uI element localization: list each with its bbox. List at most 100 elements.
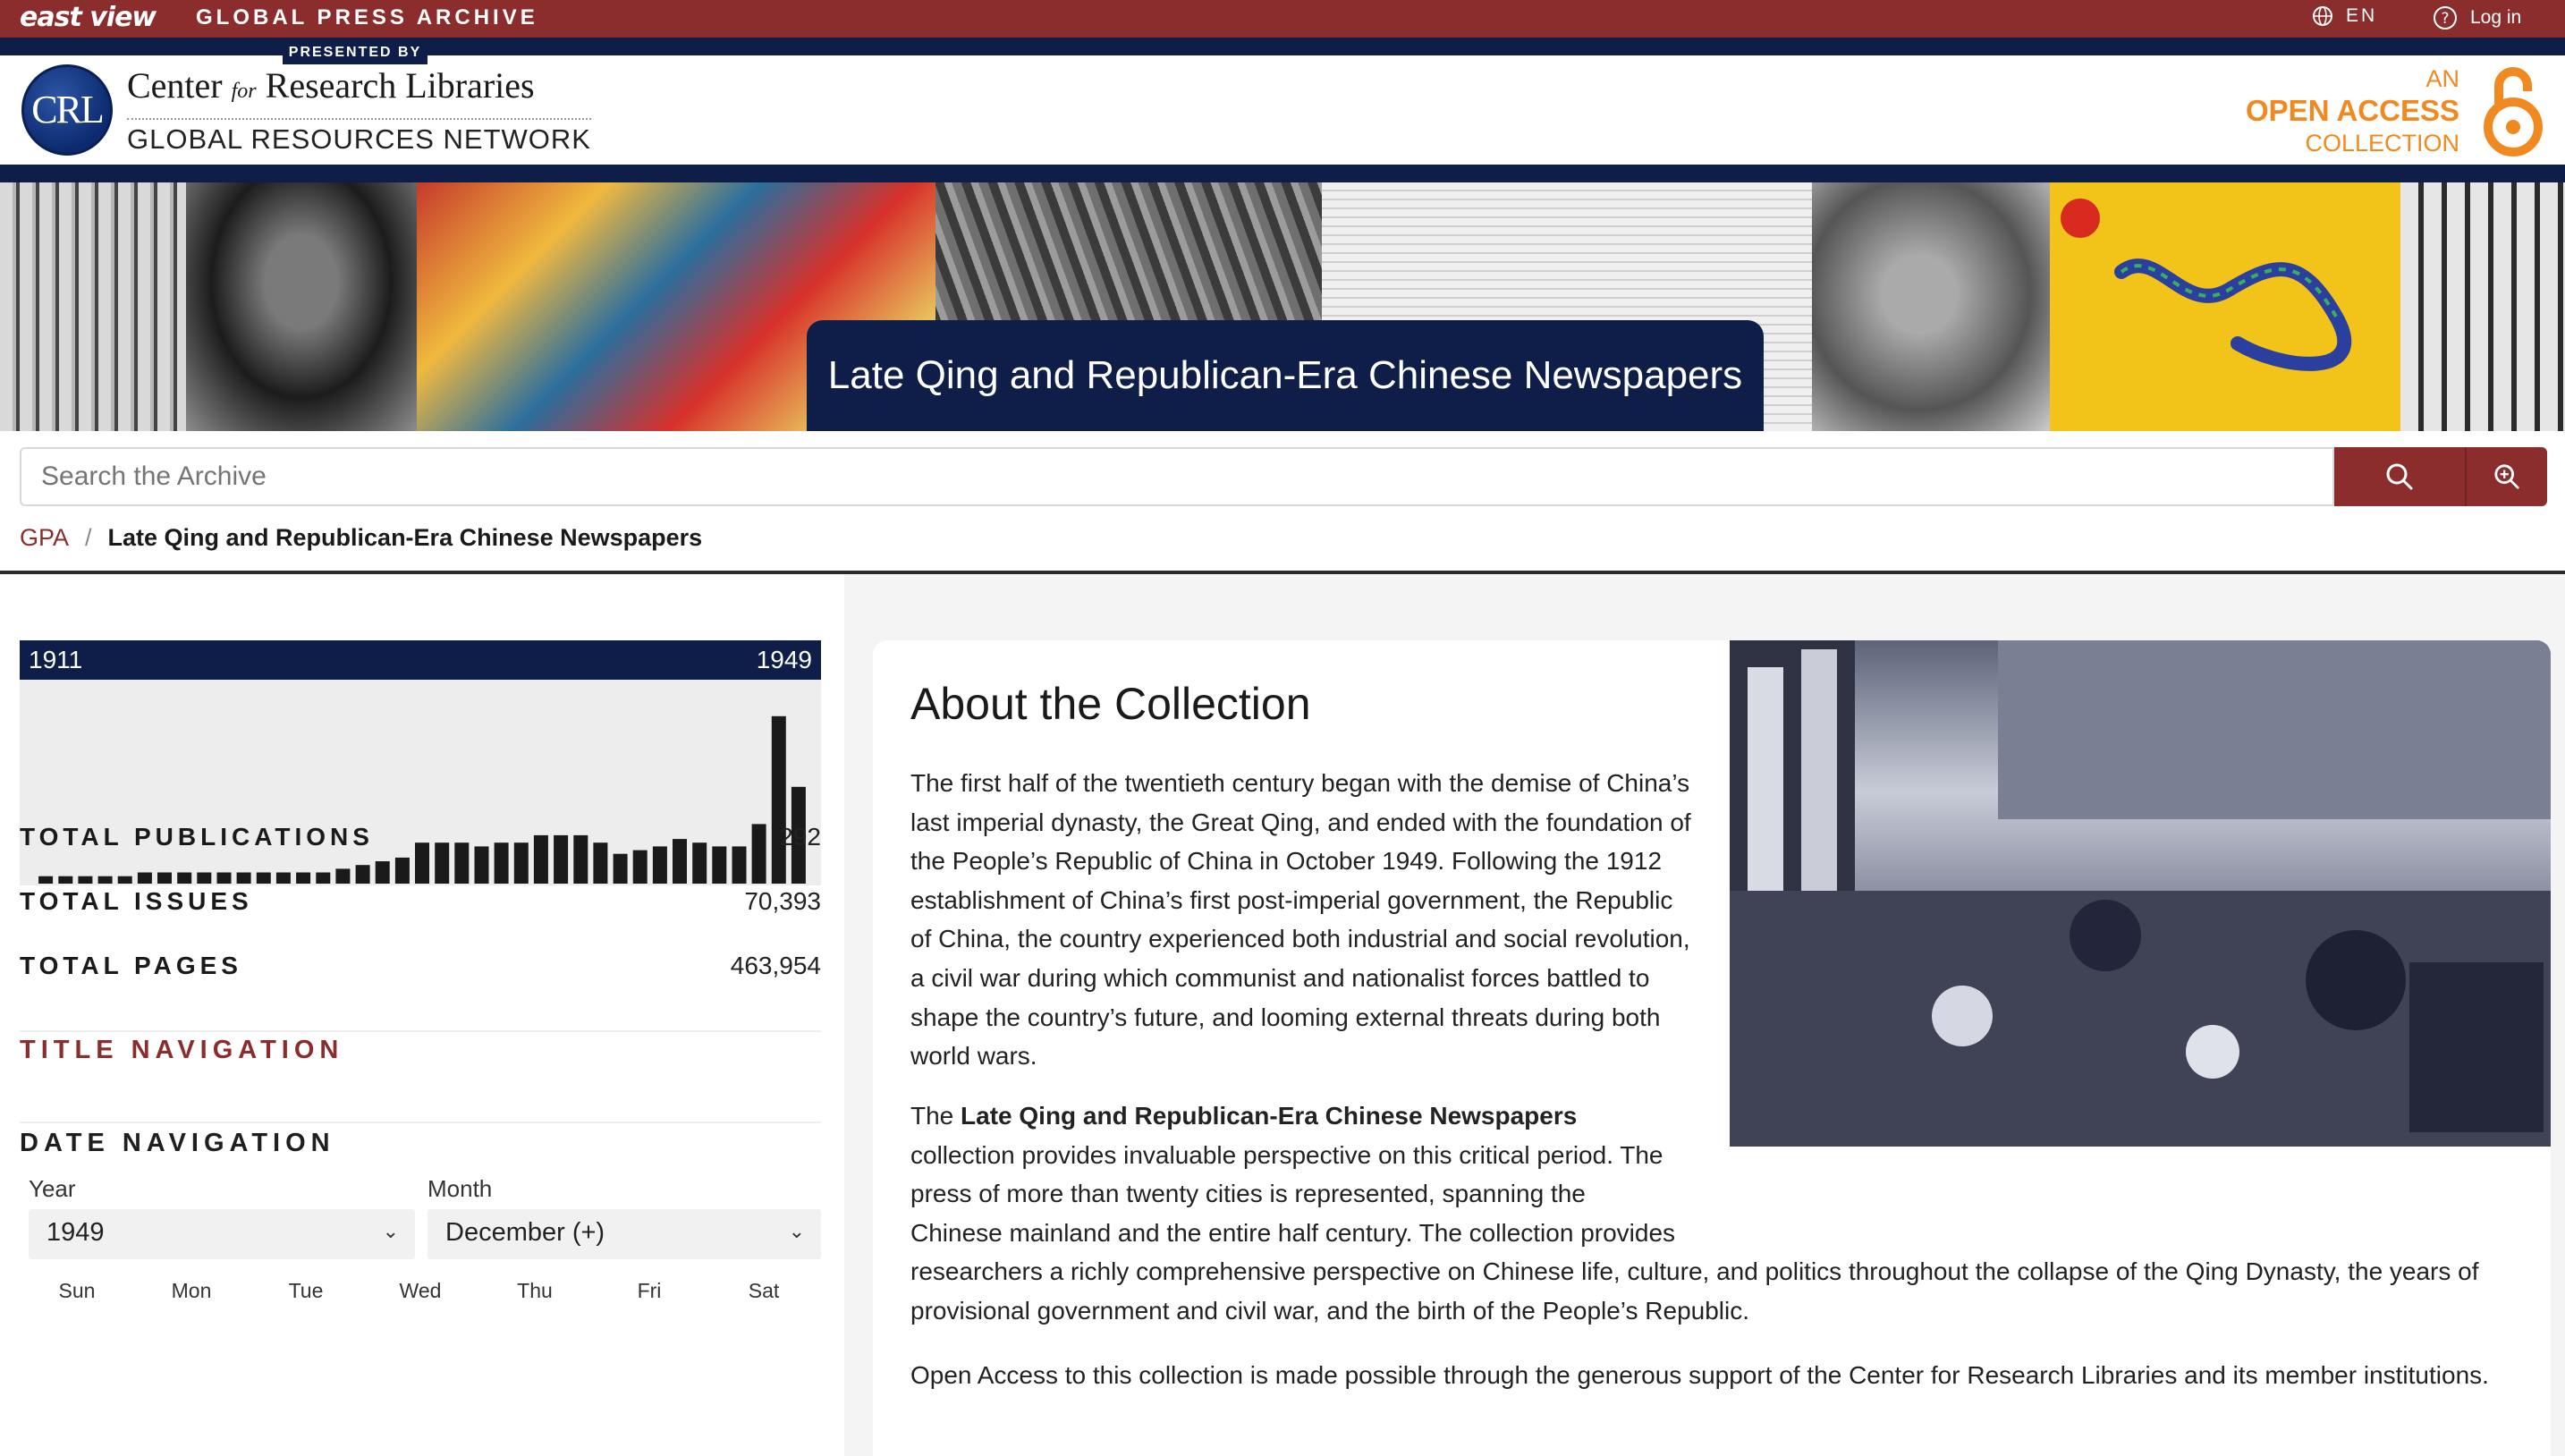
top-bar: east view GLOBAL PRESS ARCHIVE EN ? Log … — [0, 0, 2565, 38]
product-name[interactable]: GLOBAL PRESS ARCHIVE — [196, 5, 538, 30]
issues-histogram[interactable] — [20, 680, 821, 885]
stat-value: 292 — [779, 823, 821, 851]
histogram-bar-1927[interactable] — [355, 865, 370, 884]
histogram-bar-1923[interactable] — [275, 872, 291, 885]
about-card: About the Collection The first half of t… — [873, 640, 2551, 1456]
histogram-bar-1913[interactable] — [78, 876, 93, 884]
histogram-bar-1915[interactable] — [117, 876, 132, 884]
histogram-bar-1918[interactable] — [177, 872, 192, 885]
stat-total-pages: TOTAL PAGES 463,954 — [20, 952, 821, 980]
search-button[interactable] — [2334, 447, 2465, 506]
histogram-bar-1921[interactable] — [236, 872, 251, 885]
stat-total-publications: TOTAL PUBLICATIONS 292 — [20, 823, 821, 851]
search-icon — [2386, 463, 2413, 490]
crl-name[interactable]: Center for Research Libraries — [127, 64, 535, 106]
stat-value: 463,954 — [730, 952, 821, 979]
crl-network: GLOBAL RESOURCES NETWORK — [127, 118, 591, 156]
histogram-bar-1945[interactable] — [712, 846, 727, 884]
language-code: EN — [2346, 5, 2378, 26]
divider — [20, 1030, 821, 1032]
histogram-chart — [38, 715, 806, 885]
calendar-weekdays: Sun Mon Tue Wed Thu Fri Sat — [20, 1279, 821, 1303]
breadcrumb: GPA / Late Qing and Republican-Era Chine… — [20, 524, 702, 552]
weekday-fri: Fri — [637, 1279, 662, 1302]
histogram-bar-1914[interactable] — [97, 876, 113, 884]
stat-label: TOTAL ISSUES — [20, 887, 253, 915]
histogram-bar-1926[interactable] — [335, 868, 351, 884]
header-rule — [0, 165, 2565, 182]
month-select[interactable]: December (+) ⌄ — [428, 1209, 821, 1259]
open-access-label: AN OPEN ACCESS COLLECTION — [2246, 64, 2459, 157]
oa-an: AN — [2425, 65, 2459, 92]
login-label: Log in — [2470, 7, 2522, 28]
crl-name-for: for — [231, 80, 257, 103]
breadcrumb-gpa-link[interactable]: GPA — [20, 524, 69, 552]
advanced-search-button[interactable] — [2465, 447, 2547, 506]
weekday-sat: Sat — [748, 1279, 780, 1302]
histogram-bar-1933[interactable] — [474, 846, 489, 884]
chevron-down-icon: ⌄ — [788, 1220, 805, 1242]
histogram-bar-1912[interactable] — [58, 876, 73, 884]
about-paragraph-2: The Late Qing and Republican-Era Chinese… — [910, 1096, 2520, 1331]
open-lock-icon — [2484, 67, 2543, 157]
histogram-bar-1925[interactable] — [316, 872, 331, 885]
histogram-bar-1946[interactable] — [732, 846, 747, 884]
weekday-tue: Tue — [288, 1279, 324, 1302]
help-icon[interactable]: ? — [2433, 5, 2458, 30]
banner-image-speaker — [1812, 182, 2050, 431]
zoom-plus-icon — [2494, 464, 2519, 489]
weekday-mon: Mon — [171, 1279, 212, 1302]
about-heading: About the Collection — [910, 679, 1311, 729]
year-select-value: 1949 — [47, 1218, 105, 1247]
histogram-bar-1928[interactable] — [375, 861, 390, 884]
crl-name-post: Research Libraries — [256, 65, 535, 106]
date-navigation-heading: DATE NAVIGATION — [20, 1129, 335, 1157]
about-paragraph-1: The first half of the twentieth century … — [910, 769, 1691, 1071]
weekday-thu: Thu — [517, 1279, 553, 1302]
year-select-label: Year — [29, 1175, 76, 1202]
partner-header: CRL Center for Research Libraries GLOBAL… — [0, 55, 2565, 165]
histogram-bar-1929[interactable] — [394, 857, 410, 884]
histogram-bar-1911[interactable] — [38, 876, 54, 884]
photo-placeholder — [1730, 640, 2551, 1147]
histogram-bar-1942[interactable] — [652, 846, 667, 884]
banner-image-newspaper-ads — [0, 182, 186, 431]
histogram-bar-1948[interactable] — [771, 715, 786, 884]
stat-label: TOTAL PAGES — [20, 952, 242, 979]
login-link[interactable]: ? Log in — [2433, 5, 2521, 30]
weekday-sun: Sun — [58, 1279, 96, 1302]
histogram-bar-1940[interactable] — [613, 853, 628, 884]
histogram-bar-1919[interactable] — [197, 872, 212, 885]
globe-icon — [2313, 6, 2332, 26]
title-navigation-link[interactable]: TITLE NAVIGATION — [20, 1036, 343, 1065]
search-input[interactable] — [20, 447, 2334, 506]
weekday-wed: Wed — [399, 1279, 442, 1302]
oa-collection: COLLECTION — [2305, 129, 2459, 157]
language-selector[interactable]: EN — [2312, 5, 2377, 27]
p2-collection-name: Late Qing and Republican-Era Chinese New… — [961, 1102, 1578, 1130]
presented-by-tab: PRESENTED BY — [283, 41, 428, 64]
histogram-bar-1916[interactable] — [137, 872, 152, 885]
year-select[interactable]: 1949 ⌄ — [29, 1209, 415, 1259]
east-view-logo[interactable]: east view — [20, 2, 157, 33]
histogram-bar-1917[interactable] — [157, 872, 172, 885]
histogram-bar-1941[interactable] — [632, 850, 648, 884]
breadcrumb-separator: / — [85, 524, 92, 551]
chevron-down-icon: ⌄ — [382, 1220, 399, 1242]
histogram-bar-1920[interactable] — [216, 872, 232, 885]
month-select-value: December (+) — [445, 1218, 605, 1247]
crl-seal-logo[interactable]: CRL — [21, 64, 113, 156]
banner-image-portrait — [186, 182, 417, 431]
banner-image-product-ad — [2400, 182, 2565, 431]
year-range-bar[interactable]: 1911 1949 — [20, 640, 821, 680]
histogram-bar-1924[interactable] — [296, 872, 311, 885]
stat-label: TOTAL PUBLICATIONS — [20, 823, 374, 851]
hero-banner: Late Qing and Republican-Era Chinese New… — [0, 182, 2565, 431]
red-sun-shape — [2061, 199, 2100, 238]
histogram-bar-1922[interactable] — [256, 872, 271, 885]
breadcrumb-current: Late Qing and Republican-Era Chinese New… — [107, 524, 703, 551]
svg-text:?: ? — [2441, 10, 2449, 28]
sidebar: 1911 1949 TOTAL PUBLICATIONS 292 TOTAL I… — [0, 574, 844, 1456]
year-range-end: 1949 — [756, 646, 812, 673]
oa-main: OPEN ACCESS — [2246, 94, 2459, 128]
